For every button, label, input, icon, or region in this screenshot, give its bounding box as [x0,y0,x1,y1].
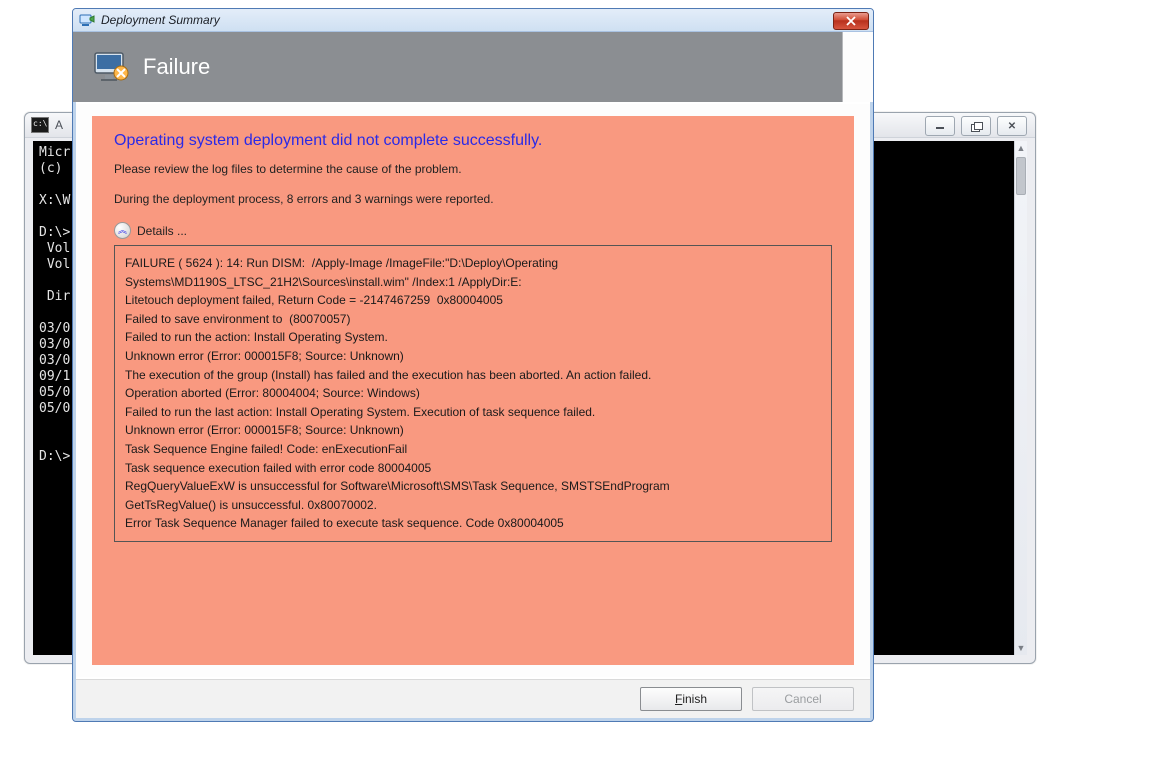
close-icon [846,16,856,26]
headline: Operating system deployment did not comp… [114,132,832,150]
dialog-close-button[interactable] [833,12,869,30]
maximize-icon [971,122,981,131]
banner-right-cap [842,32,873,102]
minimize-button[interactable] [925,116,955,136]
dialog-button-bar: Finish Cancel [76,679,870,718]
deployment-icon [79,12,95,28]
dialog-title: Deployment Summary [101,13,220,27]
banner-title: Failure [143,54,210,80]
dialog-content-outer: Operating system deployment did not comp… [76,104,870,677]
details-label: Details ... [137,224,187,238]
dialog-titlebar[interactable]: Deployment Summary [73,9,873,32]
close-window-button[interactable]: ✕ [997,116,1027,136]
dialog-content: Operating system deployment did not comp… [92,116,854,665]
dialog-banner: Failure [73,32,873,102]
cancel-button: Cancel [752,687,854,711]
details-toggle[interactable]: ︽ Details ... [114,222,832,239]
chevron-up-icon: ︽ [114,222,131,239]
stats-line: During the deployment process, 8 errors … [114,192,832,206]
cancel-label: Cancel [784,692,821,706]
finish-button[interactable]: Finish [640,687,742,711]
close-icon: ✕ [1008,121,1016,132]
scroll-thumb[interactable] [1016,157,1026,195]
maximize-button[interactable] [961,116,991,136]
minimize-icon [936,127,944,129]
scroll-down-arrow-icon[interactable]: ▼ [1015,641,1027,655]
review-line: Please review the log files to determine… [114,162,832,176]
cmd-icon [31,117,49,133]
log-box[interactable]: FAILURE ( 5624 ): 14: Run DISM: /Apply-I… [114,245,832,542]
console-scrollbar[interactable]: ▲ ▼ [1014,141,1027,655]
finish-label-rest: inish [682,692,707,706]
console-window-controls: ✕ [925,116,1027,136]
scroll-up-arrow-icon[interactable]: ▲ [1015,141,1027,155]
console-title: A [55,118,63,132]
deployment-summary-dialog: Deployment Summary Failure Operating sys… [72,8,874,722]
monitor-icon [93,51,129,83]
